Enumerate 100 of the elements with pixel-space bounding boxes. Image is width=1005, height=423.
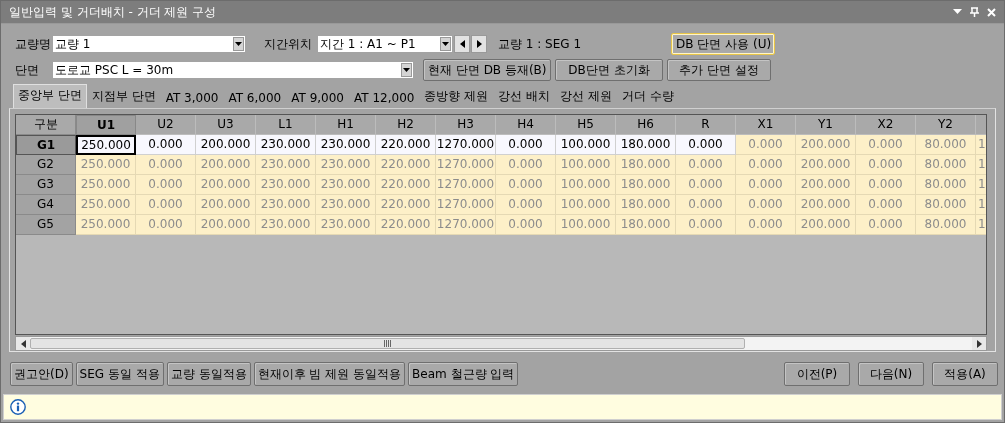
button[interactable]: 추가 단면 설정 bbox=[667, 59, 771, 81]
table-cell[interactable]: 0.000 bbox=[856, 135, 916, 155]
table-cell[interactable]: 200.000 bbox=[196, 195, 256, 215]
section-dropdown[interactable]: 도로교 PSC L = 30m bbox=[53, 62, 413, 78]
button[interactable]: DB 단면 사용 (U) bbox=[671, 33, 776, 55]
table-cell[interactable]: 1 bbox=[976, 175, 986, 195]
table-cell[interactable]: 220.000 bbox=[376, 155, 436, 175]
table-cell[interactable]: 0.000 bbox=[136, 155, 196, 175]
table-cell[interactable]: 0.000 bbox=[496, 155, 556, 175]
button[interactable]: 권고안(D) bbox=[10, 362, 73, 386]
table-cell[interactable]: 0.000 bbox=[496, 195, 556, 215]
column-header[interactable]: H3 bbox=[436, 115, 496, 135]
button[interactable]: 교량 동일적용 bbox=[166, 362, 251, 386]
column-header[interactable]: X2 bbox=[856, 115, 916, 135]
row-header[interactable]: G5 bbox=[16, 215, 76, 235]
table-cell[interactable]: 1 bbox=[976, 135, 986, 155]
table-cell[interactable]: 220.000 bbox=[376, 195, 436, 215]
table-cell[interactable]: 200.000 bbox=[796, 175, 856, 195]
table-cell[interactable]: 0.000 bbox=[136, 135, 196, 155]
table-cell[interactable]: 230.000 bbox=[316, 155, 376, 175]
table-cell[interactable]: 230.000 bbox=[256, 175, 316, 195]
table-cell[interactable]: 230.000 bbox=[316, 195, 376, 215]
table-cell[interactable]: 230.000 bbox=[256, 215, 316, 235]
table-cell[interactable]: 200.000 bbox=[796, 215, 856, 235]
table-cell[interactable]: 0.000 bbox=[856, 175, 916, 195]
scroll-left-icon[interactable] bbox=[20, 339, 26, 348]
button[interactable]: SEG 동일 적용 bbox=[75, 362, 164, 386]
table-cell[interactable]: 200.000 bbox=[796, 155, 856, 175]
table-cell[interactable]: 250.000 bbox=[76, 175, 136, 195]
button[interactable]: 다음(N) bbox=[858, 362, 924, 386]
column-header[interactable]: L1 bbox=[256, 115, 316, 135]
row-header[interactable]: G1 bbox=[16, 135, 76, 155]
table-cell[interactable]: 1270.000 bbox=[436, 135, 496, 155]
tab[interactable]: AT 3,000 bbox=[160, 89, 224, 108]
tab[interactable]: 강선 배치 bbox=[493, 86, 556, 108]
table-cell[interactable]: 100.000 bbox=[556, 195, 616, 215]
column-header[interactable]: Y2 bbox=[916, 115, 976, 135]
tab[interactable]: 거더 수량 bbox=[616, 86, 679, 108]
table-cell[interactable]: 0.000 bbox=[856, 155, 916, 175]
table-cell[interactable]: 0.000 bbox=[496, 215, 556, 235]
button[interactable]: 현재 단면 DB 등재(B) bbox=[423, 59, 551, 81]
close-icon[interactable] bbox=[987, 7, 996, 17]
table-cell[interactable]: 230.000 bbox=[316, 135, 376, 155]
table-cell[interactable]: 0.000 bbox=[736, 155, 796, 175]
table-cell[interactable]: 230.000 bbox=[256, 135, 316, 155]
table-cell[interactable]: 0.000 bbox=[136, 215, 196, 235]
dropdown-arrow-icon[interactable] bbox=[403, 68, 410, 72]
dropdown-icon[interactable] bbox=[953, 9, 962, 15]
column-header[interactable]: U2 bbox=[136, 115, 196, 135]
table-cell[interactable]: 180.000 bbox=[616, 175, 676, 195]
table-cell[interactable]: 230.000 bbox=[316, 175, 376, 195]
column-header[interactable]: X1 bbox=[736, 115, 796, 135]
tab[interactable]: 중앙부 단면 bbox=[13, 84, 87, 108]
table-cell[interactable]: 0.000 bbox=[136, 175, 196, 195]
table-cell[interactable]: 0.000 bbox=[856, 215, 916, 235]
table-cell[interactable]: 0.000 bbox=[736, 215, 796, 235]
table-cell[interactable]: 220.000 bbox=[376, 175, 436, 195]
table-cell[interactable]: 230.000 bbox=[256, 195, 316, 215]
row-header[interactable]: G4 bbox=[16, 195, 76, 215]
table-cell[interactable]: 0.000 bbox=[496, 175, 556, 195]
table-cell[interactable]: 200.000 bbox=[196, 135, 256, 155]
table-cell[interactable]: 100.000 bbox=[556, 215, 616, 235]
table-cell[interactable]: 200.000 bbox=[796, 195, 856, 215]
table-cell[interactable]: 80.000 bbox=[916, 155, 976, 175]
left-triangle-icon[interactable] bbox=[459, 40, 465, 48]
tab[interactable]: AT 12,000 bbox=[349, 89, 420, 108]
table-cell[interactable]: 1270.000 bbox=[436, 215, 496, 235]
table-cell[interactable]: 0.000 bbox=[736, 195, 796, 215]
table-cell[interactable]: 100.000 bbox=[556, 155, 616, 175]
table-cell[interactable]: 100.000 bbox=[556, 135, 616, 155]
table-cell[interactable]: 80.000 bbox=[916, 195, 976, 215]
table-cell[interactable]: 180.000 bbox=[616, 135, 676, 155]
bridge-dropdown[interactable]: 교량 1 bbox=[53, 36, 245, 52]
column-header[interactable]: Y1 bbox=[796, 115, 856, 135]
table-cell[interactable]: 180.000 bbox=[616, 155, 676, 175]
column-header[interactable]: U1 bbox=[76, 115, 136, 135]
table-cell[interactable]: 230.000 bbox=[316, 215, 376, 235]
table-cell[interactable]: 0.000 bbox=[676, 155, 736, 175]
button[interactable]: DB단면 초기화 bbox=[555, 59, 663, 81]
table-cell[interactable]: 250.000 bbox=[76, 195, 136, 215]
table-cell[interactable]: 0.000 bbox=[676, 175, 736, 195]
table-cell[interactable]: 200.000 bbox=[796, 135, 856, 155]
span-dropdown[interactable]: 지간 1 : A1 ~ P1 bbox=[318, 36, 452, 52]
tab[interactable]: 지점부 단면 bbox=[86, 86, 161, 108]
button[interactable]: 현재이후 빔 제원 동일적용 bbox=[253, 362, 406, 386]
tab[interactable]: 종방향 제원 bbox=[419, 86, 494, 108]
table-cell[interactable]: 0.000 bbox=[736, 135, 796, 155]
horizontal-scrollbar[interactable] bbox=[15, 336, 987, 351]
row-header[interactable]: G2 bbox=[16, 155, 76, 175]
table-cell[interactable]: 80.000 bbox=[916, 175, 976, 195]
column-header[interactable]: U3 bbox=[196, 115, 256, 135]
button[interactable]: 적용(A) bbox=[932, 362, 998, 386]
table-cell[interactable]: 250.000 bbox=[76, 135, 136, 155]
table-cell[interactable]: 250.000 bbox=[76, 155, 136, 175]
table-cell[interactable]: 180.000 bbox=[616, 215, 676, 235]
table-cell[interactable]: 0.000 bbox=[676, 215, 736, 235]
button[interactable]: Beam 철근량 입력 bbox=[408, 362, 519, 386]
column-header[interactable]: H1 bbox=[316, 115, 376, 135]
table-cell[interactable]: 220.000 bbox=[376, 215, 436, 235]
table-cell[interactable]: 0.000 bbox=[676, 135, 736, 155]
